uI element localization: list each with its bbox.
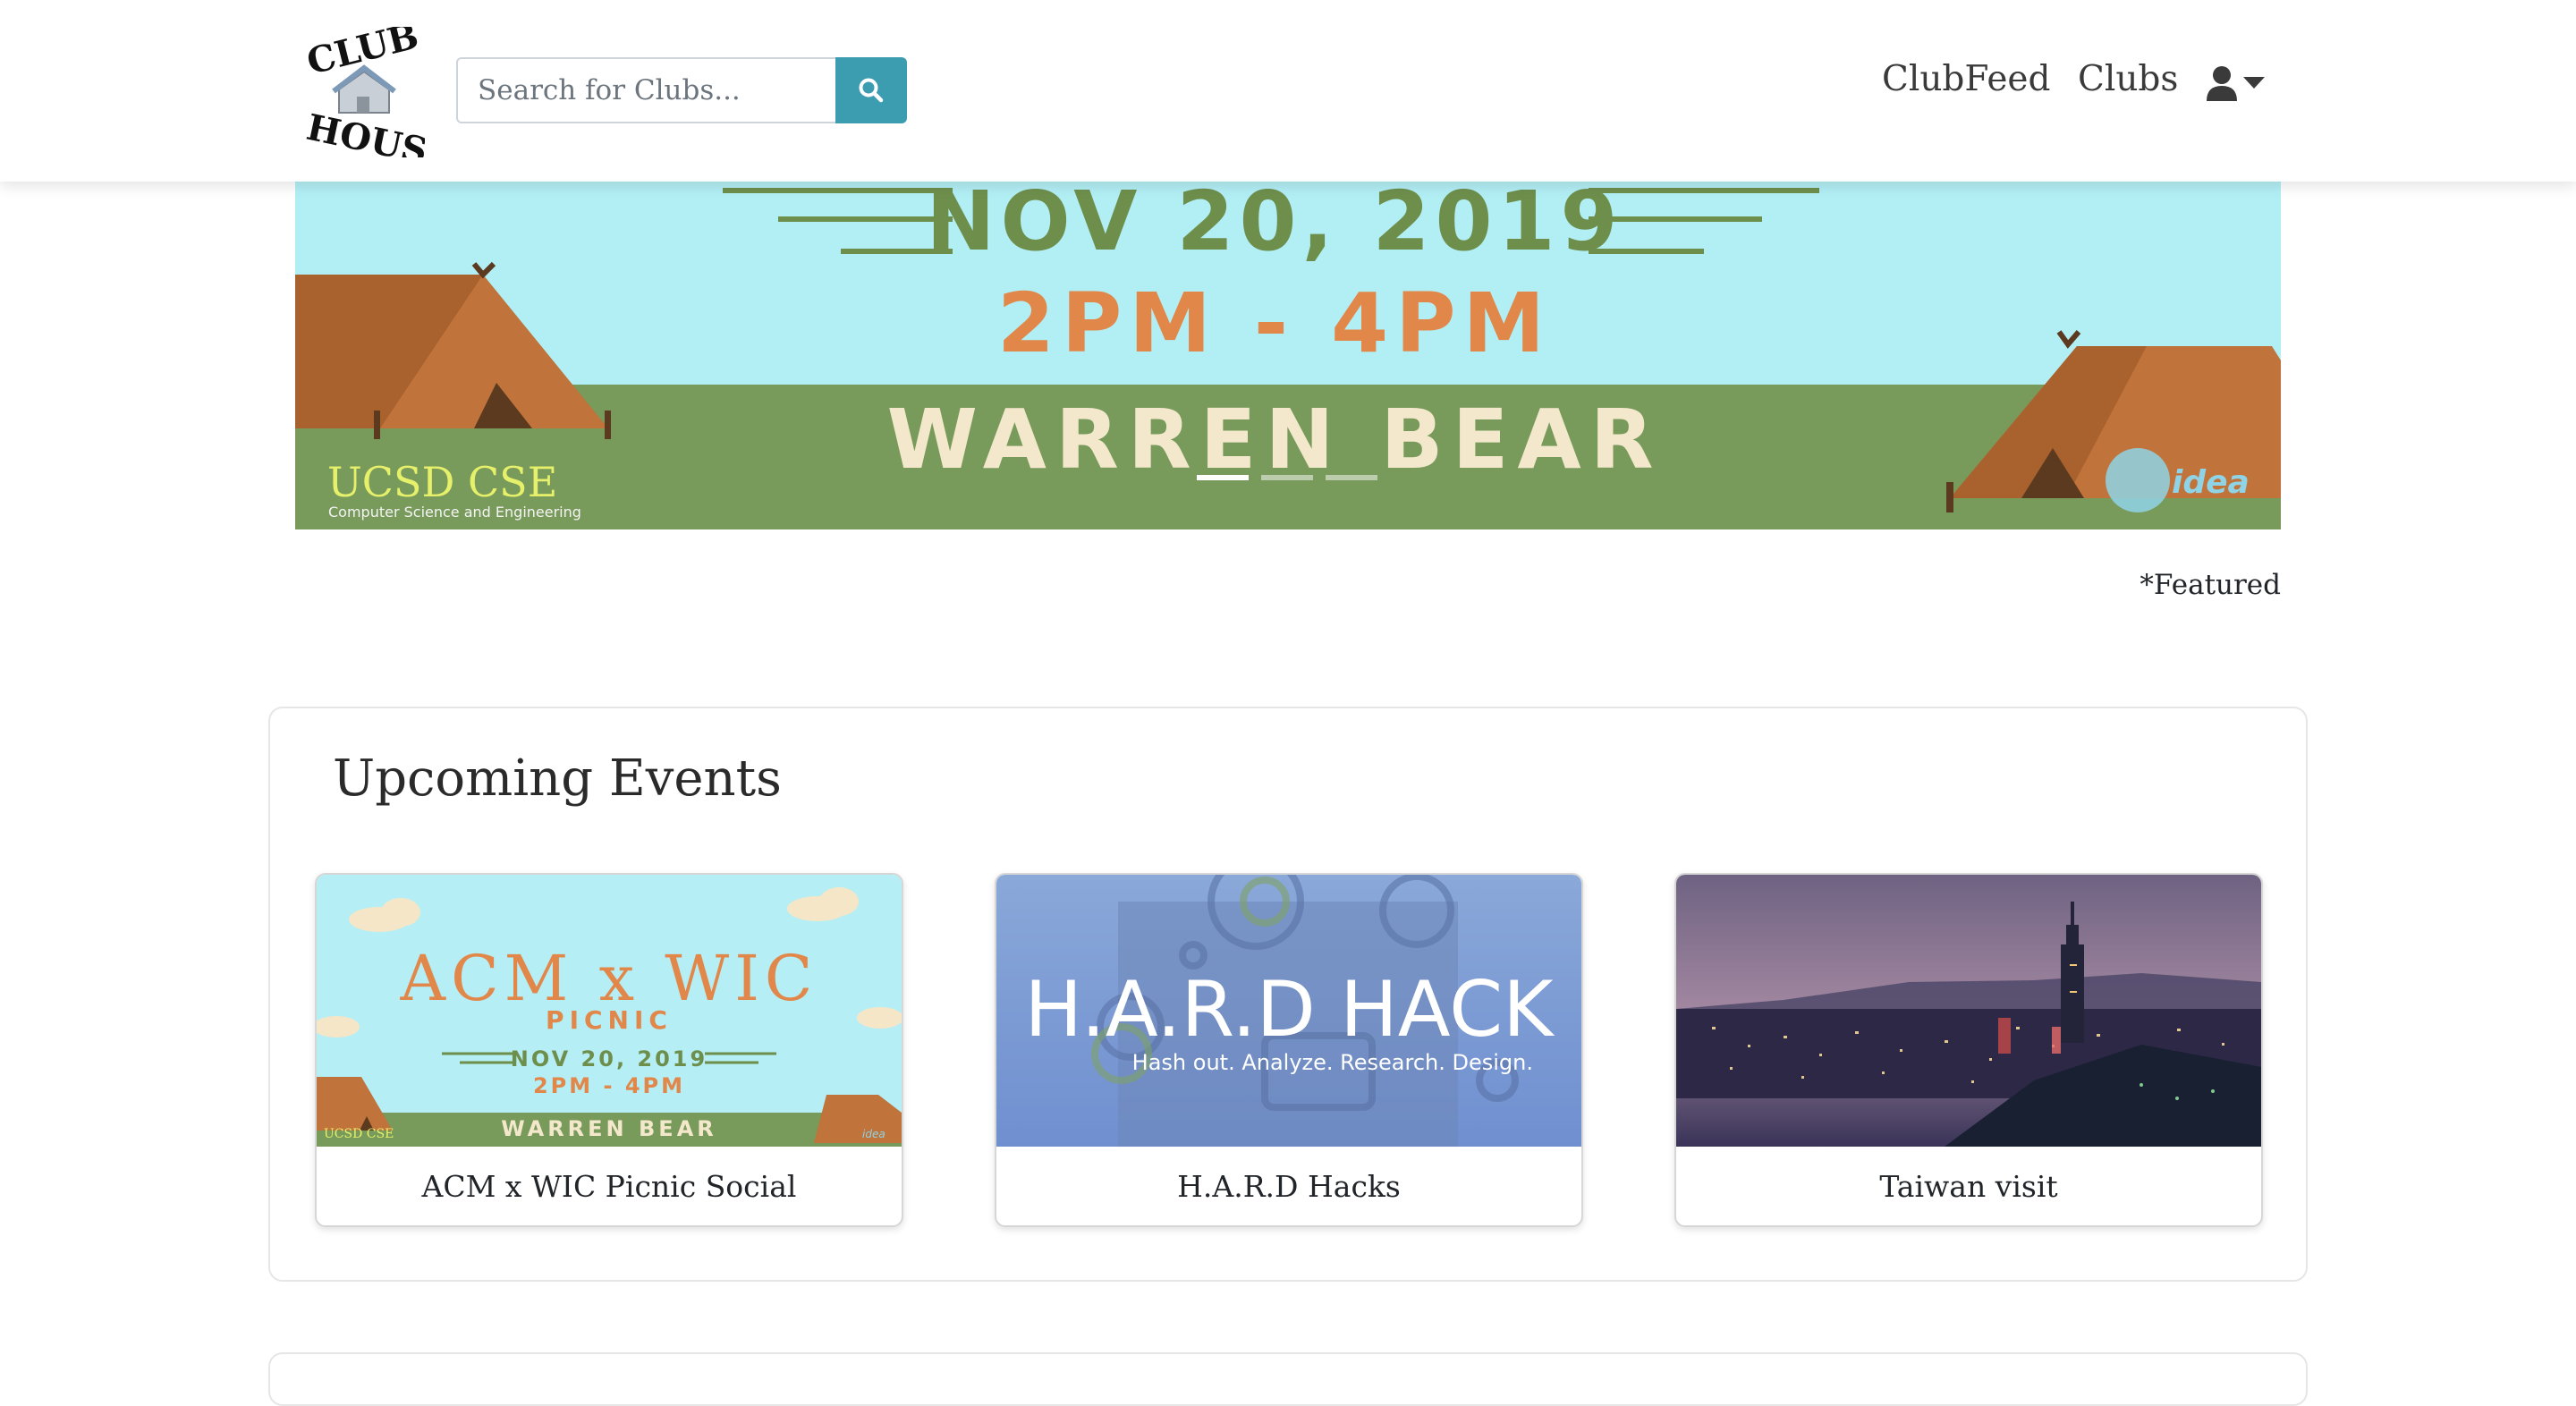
user-icon [2207, 66, 2237, 101]
carousel-indicator-1[interactable] [1197, 475, 1249, 480]
upcoming-events-section: Upcoming Events ACM x WIC PICNIC NOV 20,… [268, 707, 2308, 1282]
poster-time: 2PM - 4PM [533, 1073, 685, 1098]
clubhouse-logo[interactable]: CLUB HOUSE [300, 27, 425, 157]
navbar: CLUB HOUSE ClubFeed Clubs [0, 0, 2576, 182]
nav-clubs[interactable]: Clubs [2078, 59, 2178, 99]
poster-sponsor-right: idea [862, 1128, 886, 1140]
poster-tagline: Hash out. Analyze. Research. Design. [1132, 1050, 1533, 1075]
banner-sponsor-left-sub: Computer Science and Engineering [328, 504, 581, 521]
poster-sponsor: UCSD CSE [324, 1127, 394, 1141]
banner-sponsor-right: idea [2172, 464, 2250, 501]
carousel-indicator-2[interactable] [1261, 475, 1313, 480]
nav-clubfeed[interactable]: ClubFeed [1882, 59, 2050, 99]
section-title: Upcoming Events [333, 750, 782, 808]
search-input[interactable] [456, 57, 835, 123]
banner-date: NOV 20, 2019 [926, 182, 1623, 269]
event-card-acm-wic[interactable]: ACM x WIC PICNIC NOV 20, 2019 2PM - 4PM … [315, 873, 903, 1227]
banner-location: WARREN BEAR [886, 392, 1662, 487]
featured-label: *Featured [2140, 569, 2281, 601]
poster-subhead: PICNIC [546, 1005, 673, 1035]
banner-sponsor-left: UCSD CSE [327, 458, 557, 506]
event-thumbnail-taiwan-visit [1676, 875, 2261, 1147]
event-card-hard-hacks[interactable]: H.A.R.D HACK Hash out. Analyze. Research… [995, 873, 1583, 1227]
logo-text-bottom: HOUSE [303, 106, 425, 157]
poster-headline: H.A.R.D HACK [1024, 965, 1555, 1054]
poster-date: NOV 20, 2019 [511, 1046, 708, 1071]
event-name: ACM x WIC Picnic Social [421, 1168, 797, 1204]
search-button[interactable] [835, 57, 907, 123]
next-section-card [268, 1352, 2308, 1406]
caret-down-icon [2243, 77, 2265, 89]
carousel-indicator-3[interactable] [1326, 475, 1377, 480]
poster-headline: ACM x WIC [400, 942, 818, 1015]
user-dropdown[interactable] [2206, 64, 2268, 102]
event-card-taiwan-visit[interactable]: Taiwan visit [1674, 873, 2263, 1227]
event-name: Taiwan visit [1879, 1168, 2058, 1204]
event-name: H.A.R.D Hacks [1177, 1168, 1401, 1204]
banner-time: 2PM - 4PM [997, 275, 1552, 371]
poster-location: WARREN BEAR [501, 1116, 717, 1141]
event-thumbnail-hard-hacks: H.A.R.D HACK Hash out. Analyze. Research… [996, 875, 1581, 1147]
event-thumbnail-acm-wic: ACM x WIC PICNIC NOV 20, 2019 2PM - 4PM … [317, 875, 902, 1147]
search-icon [859, 78, 884, 103]
featured-banner[interactable]: NOV 20, 2019 2PM - 4PM WARREN BEAR UCSD … [295, 182, 2281, 529]
